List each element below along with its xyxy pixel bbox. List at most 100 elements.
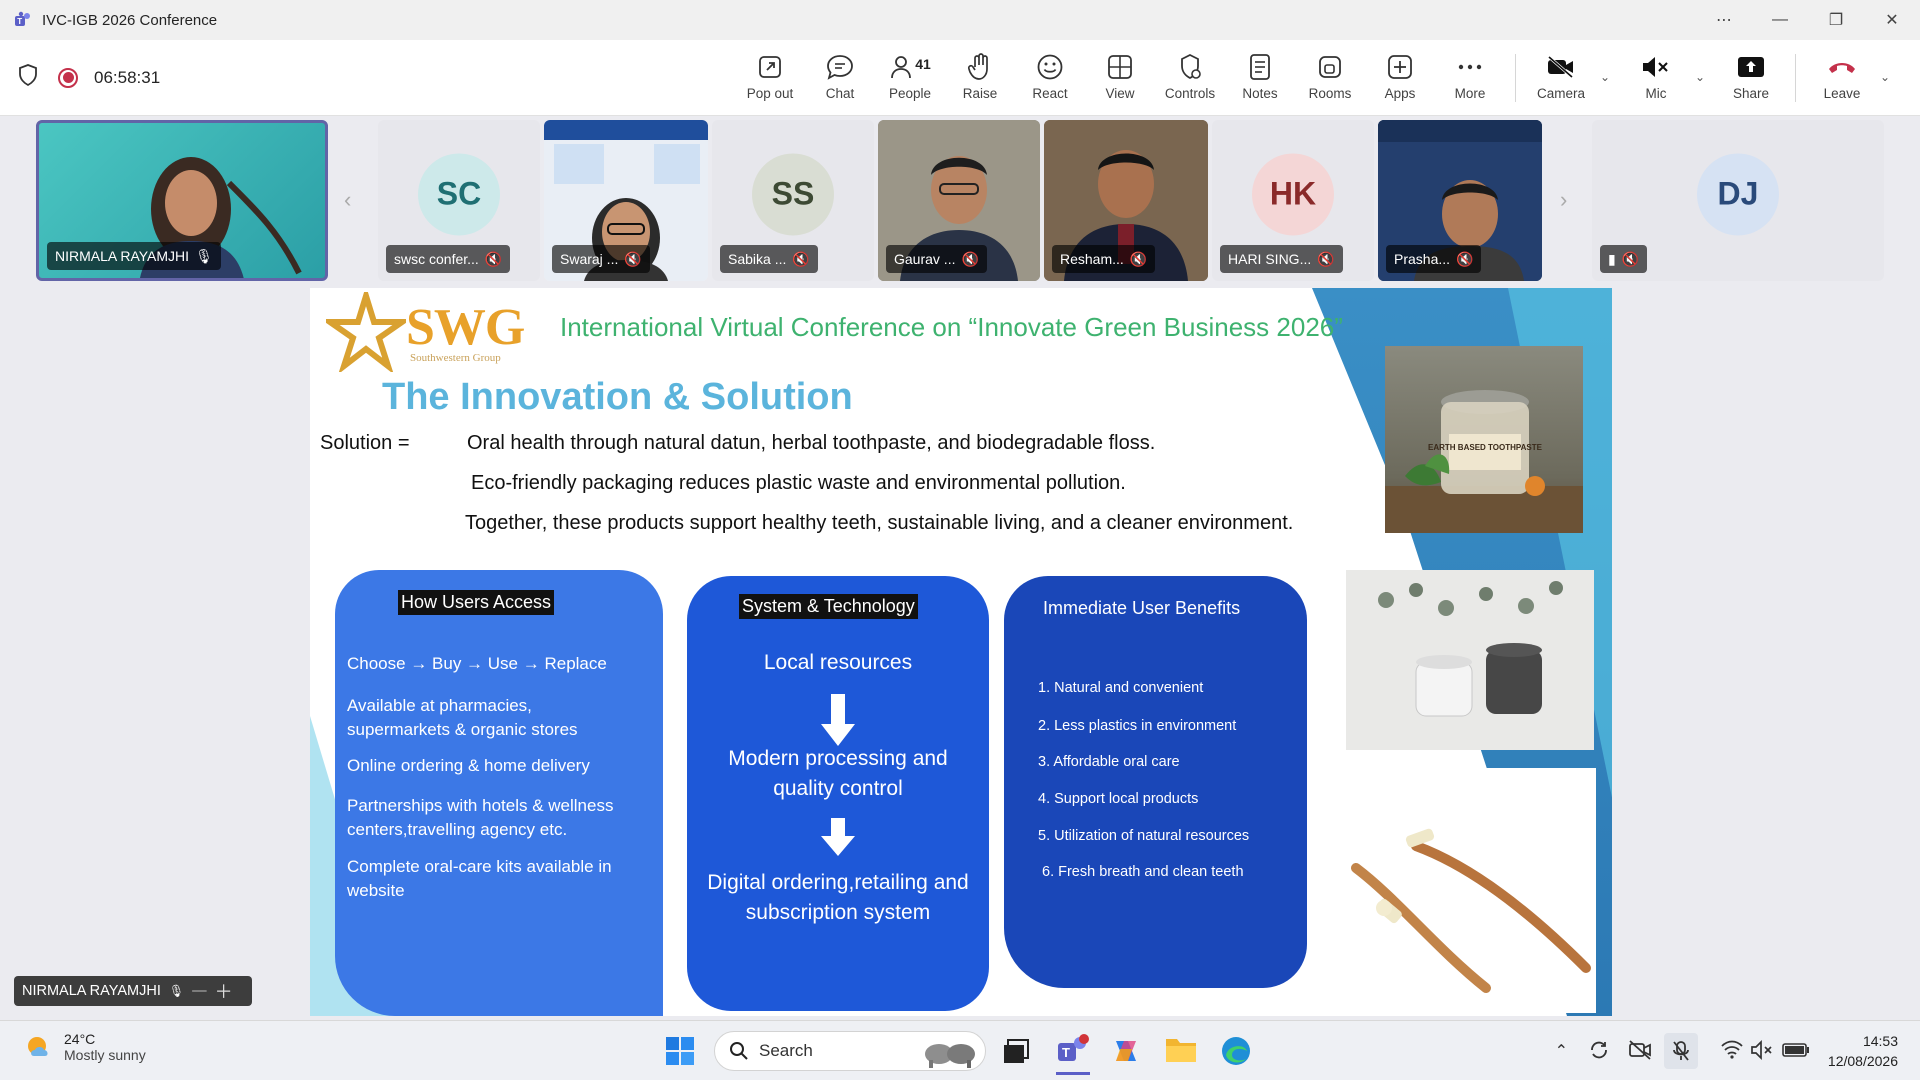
edge-browser-icon[interactable] bbox=[1220, 1035, 1252, 1072]
participant-tile[interactable]: SC swsc confer... 🔇 bbox=[378, 120, 540, 281]
tech-step: Modern processing and quality control bbox=[728, 747, 948, 800]
self-view-name: NIRMALA RAYAMJHI bbox=[22, 983, 161, 999]
camera-options-chevron-icon[interactable]: ⌄ bbox=[1600, 70, 1610, 84]
mic-off-icon: 🔇 bbox=[1456, 250, 1474, 267]
mic-off-icon: 🎙 bbox=[168, 984, 185, 998]
sync-icon[interactable] bbox=[1588, 1039, 1610, 1066]
apps-button[interactable]: Apps bbox=[1367, 50, 1433, 110]
pop-out-button[interactable]: Pop out bbox=[737, 50, 803, 110]
card-title: Immediate User Benefits bbox=[1043, 598, 1241, 618]
view-button[interactable]: View bbox=[1087, 50, 1153, 110]
down-arrow-icon bbox=[821, 818, 855, 856]
avatar: SS bbox=[752, 152, 834, 235]
list-item: Partnerships with hotels & wellness cent… bbox=[347, 796, 614, 839]
expand-self-view-icon[interactable]: ＋ bbox=[215, 978, 233, 1004]
leave-options-chevron-icon[interactable]: ⌄ bbox=[1880, 70, 1890, 84]
taskbar-clock[interactable]: 14:53 12/08/2026 bbox=[1828, 1031, 1898, 1071]
teams-taskbar-icon[interactable]: T bbox=[1056, 1033, 1090, 1075]
share-icon bbox=[1737, 50, 1765, 84]
star-logo-icon bbox=[326, 292, 406, 372]
maximize-button[interactable]: ❐ bbox=[1808, 0, 1864, 40]
down-arrow-icon bbox=[821, 694, 855, 746]
tech-step: Local resources bbox=[763, 651, 913, 674]
task-view-icon[interactable] bbox=[1002, 1037, 1030, 1070]
list-item: Available at pharmacies, supermarkets & … bbox=[347, 696, 578, 739]
svg-text:T: T bbox=[17, 17, 22, 26]
benefits-card: Immediate User Benefits 1. Natural and c… bbox=[1004, 576, 1307, 988]
mic-off-icon: 🔇 bbox=[1317, 250, 1335, 267]
camera-button[interactable]: Camera bbox=[1528, 50, 1594, 110]
shared-screen-stage: SWG Southwestern Group International Vir… bbox=[0, 286, 1920, 1019]
teams-app-icon: T bbox=[14, 11, 32, 29]
participant-name-label: Resham... 🔇 bbox=[1052, 245, 1156, 273]
floss-photo bbox=[1346, 570, 1594, 750]
list-item: Choose → Buy → Use → Replace bbox=[347, 654, 607, 673]
toolbar-separator bbox=[1515, 54, 1516, 102]
weather-widget[interactable]: 24°C Mostly sunny bbox=[24, 1031, 146, 1063]
wifi-icon[interactable] bbox=[1720, 1039, 1744, 1064]
toolbar-separator bbox=[1795, 54, 1796, 102]
rooms-button[interactable]: Rooms bbox=[1297, 50, 1363, 110]
mic-off-icon: 🔇 bbox=[624, 250, 642, 267]
list-item: Online ordering & home delivery bbox=[347, 756, 590, 775]
participant-tile[interactable]: HK HARI SING... 🔇 bbox=[1212, 120, 1374, 281]
elephants-search-highlight-icon bbox=[925, 1044, 975, 1068]
chat-button[interactable]: Chat bbox=[807, 50, 873, 110]
windows-start-icon[interactable] bbox=[664, 1035, 696, 1072]
solution-line: Oral health through natural datun, herba… bbox=[467, 432, 1156, 454]
taskbar-search-input[interactable]: Search bbox=[714, 1031, 986, 1071]
participant-tile[interactable]: Swaraj ... 🔇 bbox=[544, 120, 708, 281]
controls-button[interactable]: Controls bbox=[1157, 50, 1223, 110]
participant-tile[interactable]: SS Sabika ... 🔇 bbox=[712, 120, 874, 281]
participant-tile[interactable]: Resham... 🔇 bbox=[1044, 120, 1208, 281]
speaker-muted-icon[interactable] bbox=[1750, 1039, 1774, 1066]
raise-hand-button[interactable]: Raise bbox=[947, 50, 1013, 110]
participant-name-label: Gaurav ... 🔇 bbox=[886, 245, 987, 273]
copilot-icon[interactable] bbox=[1110, 1035, 1142, 1072]
meeting-toolbar: 06:58:31 Pop out Chat 41 People Raise Re… bbox=[0, 40, 1920, 116]
share-button[interactable]: Share bbox=[1718, 50, 1784, 110]
strip-next-chevron-icon[interactable]: › bbox=[1560, 187, 1567, 213]
controls-icon bbox=[1176, 50, 1204, 84]
participant-tile[interactable]: Gaurav ... 🔇 bbox=[878, 120, 1040, 281]
leave-button[interactable]: Leave bbox=[1809, 50, 1875, 110]
card-title: How Users Access bbox=[398, 590, 555, 615]
avatar: DJ bbox=[1697, 152, 1779, 235]
participant-tile[interactable]: NIRMALA RAYAMJHI 🎙 bbox=[36, 120, 328, 281]
mic-muted-tray-icon[interactable] bbox=[1664, 1033, 1698, 1069]
list-item: 3. Affordable oral care bbox=[1038, 754, 1180, 770]
notes-button[interactable]: Notes bbox=[1227, 50, 1293, 110]
swg-logo: SWG Southwestern Group bbox=[326, 292, 526, 372]
file-explorer-icon[interactable] bbox=[1164, 1035, 1198, 1070]
participant-status-label: ▮ 🔇 bbox=[1600, 245, 1648, 273]
people-button[interactable]: 41 People bbox=[877, 50, 943, 110]
minimize-self-view-icon[interactable]: — bbox=[192, 983, 207, 999]
participant-tile[interactable]: DJ ▮ 🔇 bbox=[1592, 120, 1884, 281]
chevron-up-icon[interactable]: ⌃ bbox=[1555, 1041, 1568, 1061]
chat-icon bbox=[826, 50, 854, 84]
mic-button[interactable]: Mic bbox=[1623, 50, 1689, 110]
mic-off-icon: 🔇 bbox=[484, 250, 503, 267]
taskbar: 24°C Mostly sunny Search T ⌃ 14:53 12/08… bbox=[0, 1020, 1920, 1080]
participant-name-label: NIRMALA RAYAMJHI 🎙 bbox=[47, 242, 221, 270]
toothbrush-photo bbox=[1326, 768, 1596, 1013]
self-view-bar[interactable]: NIRMALA RAYAMJHI 🎙 — ＋ bbox=[14, 976, 252, 1006]
participant-tile[interactable]: Prasha... 🔇 bbox=[1378, 120, 1542, 281]
clock-time: 14:53 bbox=[1862, 1033, 1898, 1049]
avatar: SC bbox=[418, 152, 500, 235]
floss-illustration bbox=[1346, 570, 1594, 750]
more-options-button[interactable]: ⋯ bbox=[1696, 0, 1752, 40]
strip-prev-chevron-icon[interactable]: ‹ bbox=[344, 187, 351, 213]
mic-options-chevron-icon[interactable]: ⌄ bbox=[1695, 70, 1705, 84]
raise-hand-icon bbox=[967, 50, 993, 84]
camera-off-tray-icon[interactable] bbox=[1628, 1039, 1652, 1066]
minimize-button[interactable]: — bbox=[1752, 0, 1808, 40]
pop-out-icon bbox=[757, 50, 783, 84]
close-button[interactable]: ✕ bbox=[1864, 0, 1920, 40]
shield-icon[interactable] bbox=[18, 64, 38, 91]
tech-card: System & Technology Local resources Mode… bbox=[687, 576, 989, 1011]
more-button[interactable]: More bbox=[1437, 50, 1503, 110]
react-button[interactable]: React bbox=[1017, 50, 1083, 110]
weather-condition: Mostly sunny bbox=[64, 1047, 146, 1063]
battery-icon[interactable] bbox=[1782, 1043, 1810, 1062]
